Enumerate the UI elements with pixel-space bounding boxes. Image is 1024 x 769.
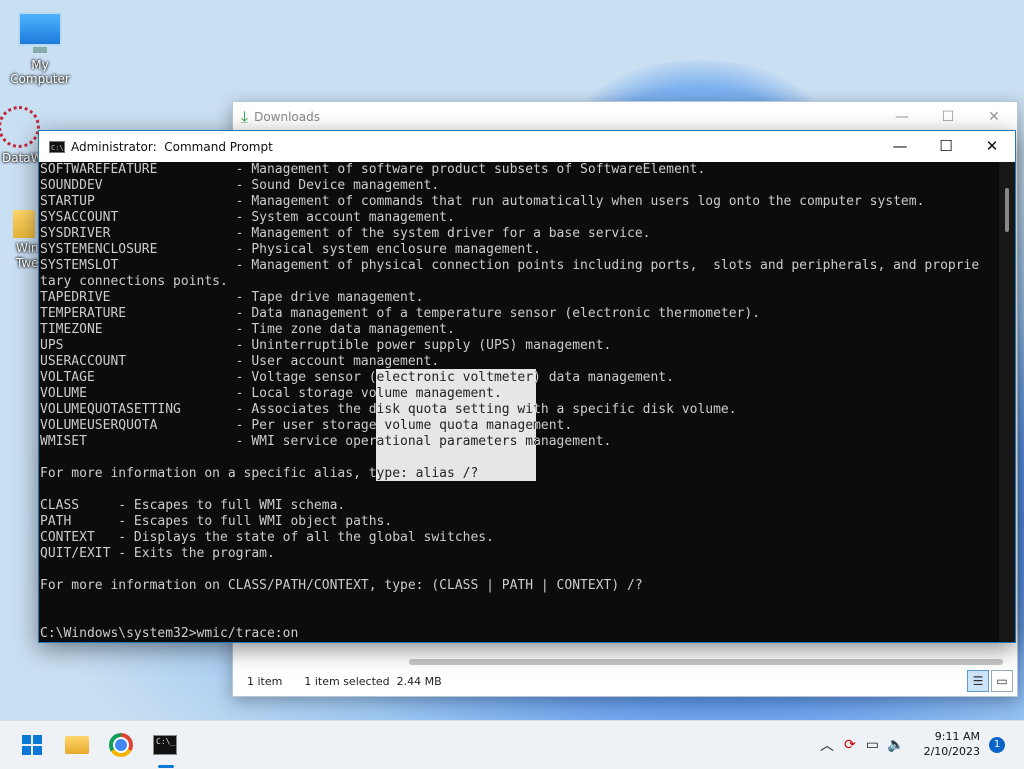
- time: 9:11 AM: [934, 730, 980, 743]
- console-line: CLASS - Escapes to full WMI schema.: [40, 498, 346, 513]
- console-line: SYSDRIVER - Management of the system dri…: [40, 226, 651, 241]
- console-output[interactable]: SOFTWAREFEATURE - Management of software…: [39, 162, 999, 642]
- desktop-icon-label: My Computer: [10, 58, 70, 86]
- console-line: TIMEZONE - Time zone data management.: [40, 322, 455, 337]
- download-icon: ⤓: [241, 107, 249, 126]
- details-view-button[interactable]: ☰: [967, 670, 989, 692]
- desktop-icon-my-computer[interactable]: My Computer: [0, 12, 80, 86]
- vertical-scrollbar[interactable]: [999, 162, 1015, 642]
- console-line: SYSTEMSLOT - Management of physical conn…: [40, 258, 980, 273]
- console-line: USERACCOUNT - User account management.: [40, 354, 440, 369]
- computer-icon: [18, 12, 62, 53]
- desktop-icon-label: DataW: [2, 151, 38, 165]
- tiles-view-button[interactable]: ▭: [991, 670, 1013, 692]
- command-prompt-window[interactable]: C:\ Administrator: Command Prompt — ☐ ✕ …: [38, 130, 1016, 643]
- folder-icon: [65, 736, 89, 754]
- console-line: UPS - Uninterruptible power supply (UPS)…: [40, 338, 612, 353]
- close-button[interactable]: ✕: [969, 131, 1015, 162]
- volume-icon[interactable]: 🔈: [887, 737, 904, 753]
- selection-info: 1 item selected 2.44 MB: [304, 674, 442, 688]
- chrome-icon: [109, 733, 133, 757]
- desktop-icon-win-tweaker[interactable]: Win Twe: [10, 210, 39, 271]
- maximize-button[interactable]: ☐: [925, 102, 971, 132]
- console-line: STARTUP - Management of commands that ru…: [40, 194, 925, 209]
- cmd-icon: C:\: [49, 140, 65, 153]
- taskbar: C:\_ ︿ ⟳ ▭ 🔈 9:11 AM 2/10/2023 1: [0, 720, 1024, 769]
- console-line: SYSACCOUNT - System account management.: [40, 210, 455, 225]
- desktop-icon-dataw[interactable]: DataW: [0, 106, 40, 165]
- chrome-button[interactable]: [105, 729, 137, 761]
- windows-logo-icon: [22, 735, 42, 755]
- minimize-button[interactable]: —: [877, 131, 923, 162]
- console-line: TAPEDRIVE - Tape drive management.: [40, 290, 424, 305]
- minimize-button[interactable]: —: [879, 102, 925, 132]
- folder-icon: [13, 210, 35, 238]
- notification-badge[interactable]: 1: [989, 737, 1005, 753]
- clock[interactable]: 9:11 AM 2/10/2023: [924, 729, 980, 759]
- console-line: CONTEXT - Displays the state of all the …: [40, 530, 494, 545]
- status-bar: 1 item 1 item selected 2.44 MB: [233, 666, 1017, 696]
- app-shortcut-icon: [0, 106, 40, 148]
- cmd-icon: C:\_: [153, 735, 177, 755]
- cmd-titlebar[interactable]: C:\ Administrator: Command Prompt — ☐ ✕: [39, 131, 1015, 162]
- console-line: TEMPERATURE - Data management of a tempe…: [40, 306, 761, 321]
- close-button[interactable]: ✕: [971, 102, 1017, 132]
- console-line: tary connections points.: [40, 274, 228, 289]
- downloads-title: Downloads: [254, 110, 320, 124]
- command-prompt-taskbar-button[interactable]: C:\_: [149, 729, 181, 761]
- console-line: SOUNDDEV - Sound Device management.: [40, 178, 440, 193]
- item-count: 1 item: [247, 674, 283, 688]
- console-line: SYSTEMENCLOSURE - Physical system enclos…: [40, 242, 541, 257]
- date: 2/10/2023: [923, 745, 980, 758]
- console-line: QUIT/EXIT - Exits the program.: [40, 546, 275, 561]
- scrollbar-thumb[interactable]: [1005, 188, 1009, 232]
- console-line: SOFTWAREFEATURE - Management of software…: [40, 162, 706, 177]
- cmd-title: Administrator: Command Prompt: [71, 139, 273, 154]
- sync-icon[interactable]: ⟳: [844, 737, 856, 753]
- start-button[interactable]: [16, 729, 48, 761]
- file-explorer-button[interactable]: [61, 729, 93, 761]
- console-line: For more information on CLASS/PATH/CONTE…: [40, 578, 643, 593]
- chevron-up-icon[interactable]: ︿: [820, 735, 834, 755]
- maximize-button[interactable]: ☐: [923, 131, 969, 162]
- network-icon[interactable]: ▭: [866, 737, 879, 753]
- horizontal-scrollbar[interactable]: [409, 659, 1003, 665]
- text-selection: [376, 369, 536, 481]
- system-tray: ︿ ⟳ ▭ 🔈: [820, 721, 904, 769]
- console-line: PATH - Escapes to full WMI object paths.: [40, 514, 393, 529]
- console-line: C:\Windows\system32>wmic/trace:on: [40, 626, 299, 641]
